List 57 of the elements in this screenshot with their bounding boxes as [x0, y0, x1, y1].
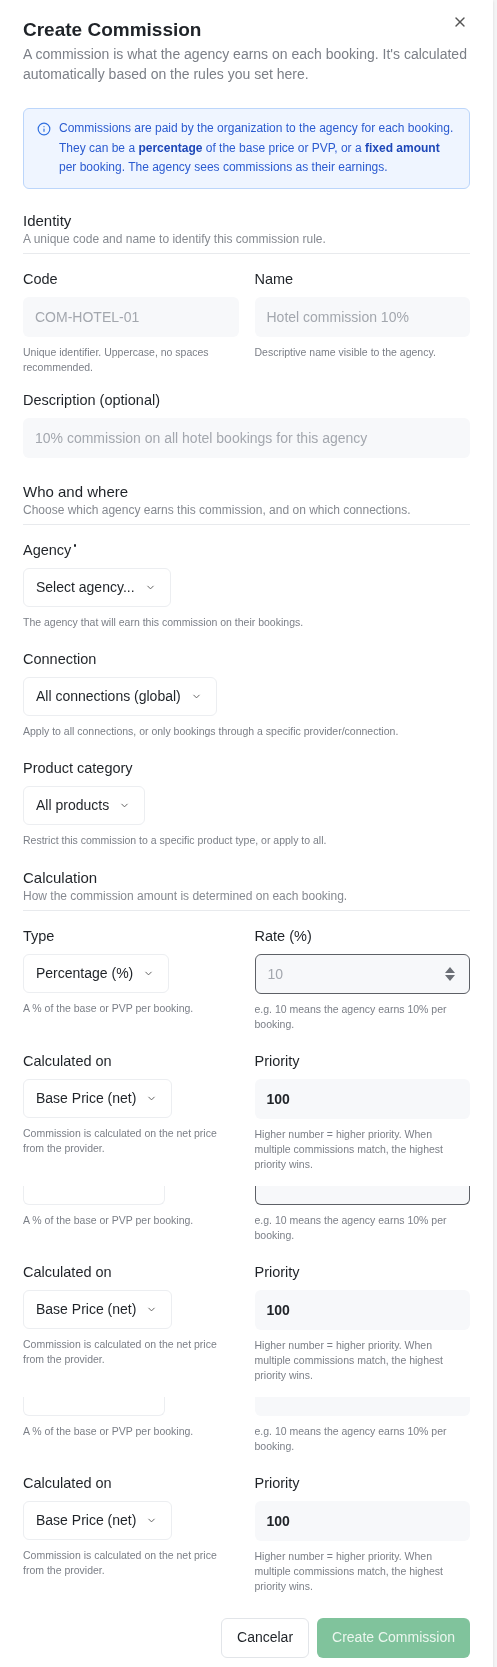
field-hint: e.g. 10 means the agency earns 10% per booking. — [254, 1001, 448, 1032]
field-label: Priority — [254, 1473, 300, 1492]
field-hint: Apply to all connections, or only bookings through a specific provider/connection. — [23, 723, 400, 739]
field-hint: Commission is calculated on the net price from the provider. — [23, 1547, 218, 1578]
section-subtitle: How the commission amount is determined on each booking. — [23, 887, 349, 904]
field-hint: Commission is calculated on the net price from the provider. — [23, 1336, 218, 1367]
rate-input[interactable]: 10 — [254, 953, 470, 994]
cancel-button[interactable]: Cancelar — [221, 1617, 310, 1658]
field-hint: Higher number = higher priority. When multiple commissions match, the highest priority wins. — [254, 1337, 444, 1383]
field-hint: Commission is calculated on the net price from the provider. — [23, 1125, 218, 1156]
field-label: Code — [23, 269, 58, 288]
section-title: Identity — [23, 210, 73, 231]
field-hint: Unique identifier. Uppercase, no spaces recommended. — [23, 344, 210, 375]
select-dropdown[interactable]: Select agency... — [23, 567, 171, 607]
field-label: Product category — [23, 758, 133, 777]
field-hint: Descriptive name visible to the agency. — [254, 344, 437, 360]
field-hint: A % of the base or PVP per booking. — [23, 1212, 195, 1228]
select-dropdown[interactable]: Base Price (net) — [23, 1500, 173, 1540]
input-field[interactable]: Hotel commission 10% — [254, 296, 470, 337]
field-hint: A % of the base or PVP per booking. — [23, 1423, 195, 1439]
field-label: Calculated on — [23, 1262, 112, 1281]
info-text: Commissions are paid by the organization to the agency for each booking. They can be a percentage of the base price or PVP, or a fixed amount per booking. The agency sees commissions as their earnings. — [59, 120, 455, 176]
field-label: Type — [23, 926, 55, 945]
rate-input[interactable] — [254, 1185, 470, 1205]
field-label: Name — [254, 269, 294, 288]
input-field[interactable]: 100 — [254, 1078, 470, 1119]
field-label: Priority — [254, 1262, 300, 1281]
select-dropdown[interactable]: All products — [23, 785, 146, 825]
field-label: Priority — [254, 1051, 300, 1070]
select-dropdown[interactable]: Base Price (net) — [23, 1289, 173, 1329]
field-hint: A % of the base or PVP per booking. — [23, 1000, 195, 1016]
input-field[interactable]: 100 — [254, 1289, 470, 1330]
section-title: Who and where — [23, 481, 130, 502]
input-field[interactable]: COM-HOTEL-01 — [23, 296, 239, 337]
section-subtitle: Choose which agency earns this commission, and on which connections. — [23, 501, 412, 518]
section-subtitle: A unique code and name to identify this commission rule. — [23, 230, 327, 247]
select-dropdown[interactable]: Percentage (%) — [23, 953, 170, 993]
select-dropdown[interactable]: All connections (global) — [23, 676, 217, 716]
field-hint: e.g. 10 means the agency earns 10% per booking. — [254, 1212, 448, 1243]
section-title: Calculation — [23, 867, 99, 888]
input-field[interactable]: 100 — [254, 1500, 470, 1541]
field-label: Calculated on — [23, 1051, 112, 1070]
field-label: Connection — [23, 649, 97, 668]
field-hint: Higher number = higher priority. When multiple commissions match, the highest priority wins. — [254, 1126, 444, 1172]
input-field[interactable]: 10% commission on all hotel bookings for this agency — [23, 417, 470, 458]
dialog-title: Create Commission — [23, 20, 202, 40]
select-dropdown[interactable]: Base Price (net) — [23, 1078, 173, 1118]
field-label: Calculated on — [23, 1473, 112, 1492]
field-hint: e.g. 10 means the agency earns 10% per booking. — [254, 1423, 448, 1454]
field-hint: The agency that will earn this commission on their bookings. — [23, 614, 305, 630]
field-label: Description (optional) — [23, 390, 160, 409]
field-hint: Restrict this commission to a specific product type, or apply to all. — [23, 832, 328, 848]
field-label: Rate (%) — [254, 926, 312, 945]
field-label: Agency — [23, 540, 77, 559]
dialog-subtitle: A commission is what the agency earns on each booking. It's calculated automatically based on the rules you set here. — [23, 45, 468, 84]
field-hint: Higher number = higher priority. When multiple commissions match, the highest priority wins. — [254, 1548, 444, 1594]
info-icon — [37, 122, 51, 136]
